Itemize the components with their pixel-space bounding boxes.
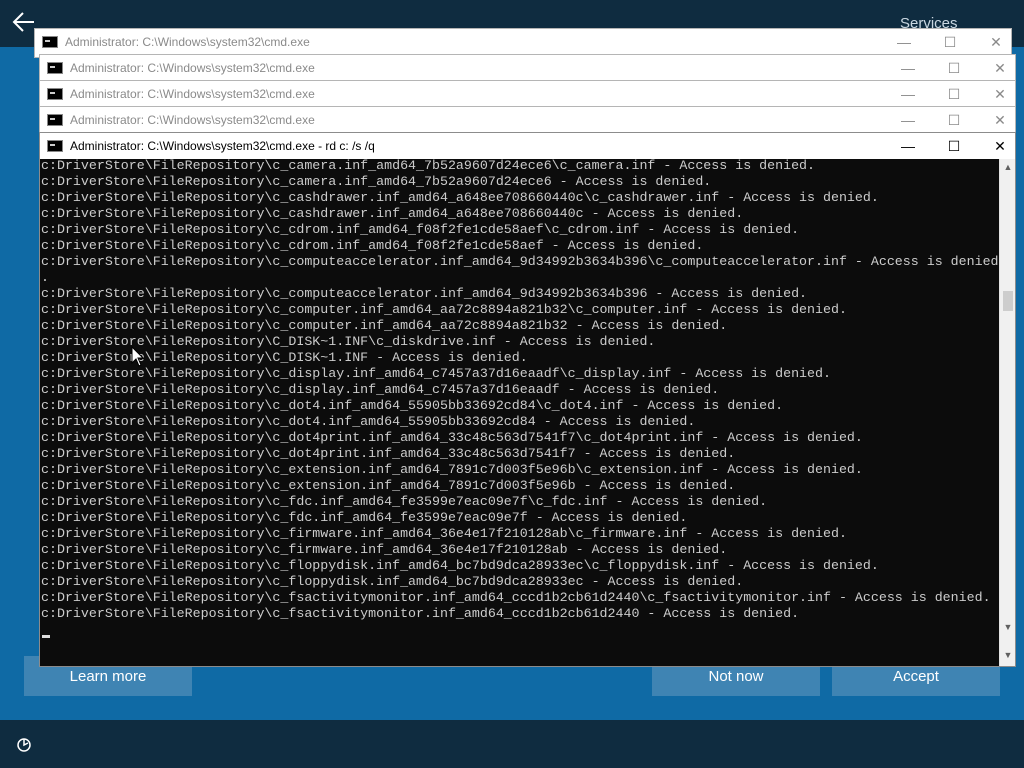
text-cursor [42,635,50,638]
console-output[interactable]: c:DriverStore\FileRepository\c_camera.in… [40,159,999,666]
console-line: c:DriverStore\FileRepository\C_DISK~1.IN… [41,334,656,349]
scrollbar-thumb[interactable] [1003,291,1013,311]
console-line: c:DriverStore\FileRepository\c_firmware.… [41,542,728,557]
maximize-button[interactable]: ☐ [939,57,969,79]
close-button[interactable]: ✕ [985,57,1015,79]
cmd-icon [42,36,58,48]
minimize-button[interactable]: — [893,83,923,105]
scroll-up-arrow-icon[interactable]: ▲ [1000,159,1016,175]
console-line: c:DriverStore\FileRepository\c_floppydis… [41,558,879,573]
window-title: Administrator: C:\Windows\system32\cmd.e… [70,113,315,127]
minimize-button[interactable]: — [893,109,923,131]
console-line: c:DriverStore\FileRepository\c_camera.in… [41,174,712,189]
cmd-icon [47,62,63,74]
console-line: c:DriverStore\FileRepository\c_computeac… [41,254,999,269]
console-line: c:DriverStore\FileRepository\c_dot4.inf_… [41,414,696,429]
scroll-down-arrow-icon[interactable]: ▼ [1000,619,1016,635]
vertical-scrollbar[interactable]: ▲ ▼ ▼ [999,159,1015,666]
window-title: Administrator: C:\Windows\system32\cmd.e… [70,139,375,153]
console-line: c:DriverStore\FileRepository\c_fsactivit… [41,590,991,605]
console-line: c:DriverStore\FileRepository\c_dot4print… [41,430,863,445]
cmd-icon [47,88,63,100]
console-line: c:DriverStore\FileRepository\c_extension… [41,462,863,477]
titlebar[interactable]: Administrator: C:\Windows\system32\cmd.e… [40,81,1015,107]
cmd-window-active[interactable]: Administrator: C:\Windows\system32\cmd.e… [39,132,1016,667]
close-button[interactable]: ✕ [985,135,1015,157]
maximize-button[interactable]: ☐ [939,83,969,105]
console-line: c:DriverStore\FileRepository\C_DISK~1.IN… [41,350,528,365]
scroll-down-arrow-icon[interactable]: ▼ [1000,647,1016,663]
titlebar[interactable]: Administrator: C:\Windows\system32\cmd.e… [40,55,1015,81]
console-line: c:DriverStore\FileRepository\c_firmware.… [41,526,847,541]
console-line: c:DriverStore\FileRepository\c_dot4.inf_… [41,398,784,413]
console-line: c:DriverStore\FileRepository\c_cdrom.inf… [41,238,704,253]
console-line: c:DriverStore\FileRepository\c_computer.… [41,318,728,333]
titlebar[interactable]: Administrator: C:\Windows\system32\cmd.e… [40,133,1015,159]
console-text: c:DriverStore\FileRepository\c_camera.in… [41,159,999,622]
console-line: c:DriverStore\FileRepository\c_extension… [41,478,736,493]
window-title: Administrator: C:\Windows\system32\cmd.e… [70,87,315,101]
maximize-button[interactable]: ☐ [935,31,965,53]
close-button[interactable]: ✕ [985,83,1015,105]
cmd-icon [47,114,63,126]
titlebar[interactable]: Administrator: C:\Windows\system32\cmd.e… [40,107,1015,133]
console-line: c:DriverStore\FileRepository\c_computeac… [41,286,808,301]
console-line: c:DriverStore\FileRepository\c_fdc.inf_a… [41,494,768,509]
close-button[interactable]: ✕ [985,109,1015,131]
console-line: c:DriverStore\FileRepository\c_fdc.inf_a… [41,510,688,525]
minimize-button[interactable]: — [893,135,923,157]
minimize-button[interactable]: — [889,31,919,53]
close-button[interactable]: ✕ [981,31,1011,53]
window-title: Administrator: C:\Windows\system32\cmd.e… [70,61,315,75]
bottom-bar [0,720,1024,768]
console-line: c:DriverStore\FileRepository\c_camera.in… [41,159,816,173]
console-line: c:DriverStore\FileRepository\c_cashdrawe… [41,190,879,205]
console-line: c:DriverStore\FileRepository\c_dot4print… [41,446,736,461]
titlebar[interactable]: Administrator: C:\Windows\system32\cmd.e… [35,29,1011,55]
minimize-button[interactable]: — [893,57,923,79]
mouse-pointer-icon [131,346,145,367]
console-line: c:DriverStore\FileRepository\c_computer.… [41,302,847,317]
console-line: c:DriverStore\FileRepository\c_display.i… [41,366,831,381]
maximize-button[interactable]: ☐ [939,135,969,157]
console-line: c:DriverStore\FileRepository\c_cashdrawe… [41,206,744,221]
maximize-button[interactable]: ☐ [939,109,969,131]
console-line: c:DriverStore\FileRepository\c_floppydis… [41,574,744,589]
cmd-icon [47,140,63,152]
window-title: Administrator: C:\Windows\system32\cmd.e… [65,35,310,49]
ease-of-access-icon[interactable] [14,735,34,755]
console-line: c:DriverStore\FileRepository\c_display.i… [41,382,720,397]
console-line: c:DriverStore\FileRepository\c_fsactivit… [41,606,800,621]
console-line: c:DriverStore\FileRepository\c_cdrom.inf… [41,222,800,237]
console-line: . [41,270,49,285]
